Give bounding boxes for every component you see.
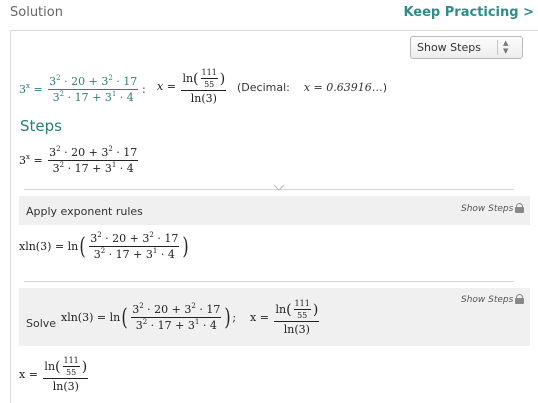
answer-colon: : [142, 83, 146, 96]
lock-icon [515, 203, 524, 213]
main-equation: 3x = 32 · 20 + 32 · 17 32 · 17 + 31 · 4 [19, 74, 139, 104]
decimal-answer: (Decimal: x = 0.63916…) [237, 81, 388, 94]
show-steps-select[interactable]: Show Steps ▲ ▼ [410, 36, 523, 59]
lock-icon [515, 294, 524, 304]
steps-heading: Steps [20, 117, 62, 135]
keep-practicing-link[interactable]: Keep Practicing > [403, 5, 534, 20]
solution-header: Solution Keep Practicing > [0, 0, 538, 30]
step-divider [24, 281, 514, 282]
select-updown-icon: ▲ ▼ [503, 39, 509, 55]
solve-label: Solve [26, 317, 57, 330]
main-equation-fraction: 32 · 20 + 32 · 17 32 · 17 + 31 · 4 [48, 74, 139, 104]
steps-equation: 3x = 32 · 20 + 32 · 17 32 · 17 + 31 · 4 [19, 145, 139, 175]
steps-divider [24, 189, 514, 190]
final-answer: x = ln(111 55) ln(3) [19, 356, 89, 393]
answer-equation: x = ln(111 55) ln(3) [157, 68, 227, 105]
show-steps-select-value: Show Steps [417, 41, 481, 54]
step-solve[interactable]: Show Steps Solve xln(3) = ln ( 32 · 20 +… [19, 288, 530, 346]
select-separator [497, 40, 498, 55]
step-apply-exponent-rules[interactable]: Apply exponent rules Show Steps [19, 196, 530, 225]
show-steps-link[interactable]: Show Steps [461, 204, 513, 214]
solution-card: Show Steps ▲ ▼ 3x = 32 · 20 + 32 · 17 32 … [10, 30, 538, 403]
chevron-down-icon[interactable] [273, 184, 285, 191]
show-steps-link[interactable]: Show Steps [461, 295, 513, 305]
step-title: Apply exponent rules [26, 205, 143, 218]
step1-equation: xln(3) = ln ( 32 · 20 + 32 · 17 32 · 17 … [19, 231, 189, 262]
solution-title: Solution [10, 5, 63, 20]
solve-equation: xln(3) = ln ( 32 · 20 + 32 · 17 32 · 17 … [61, 299, 320, 336]
